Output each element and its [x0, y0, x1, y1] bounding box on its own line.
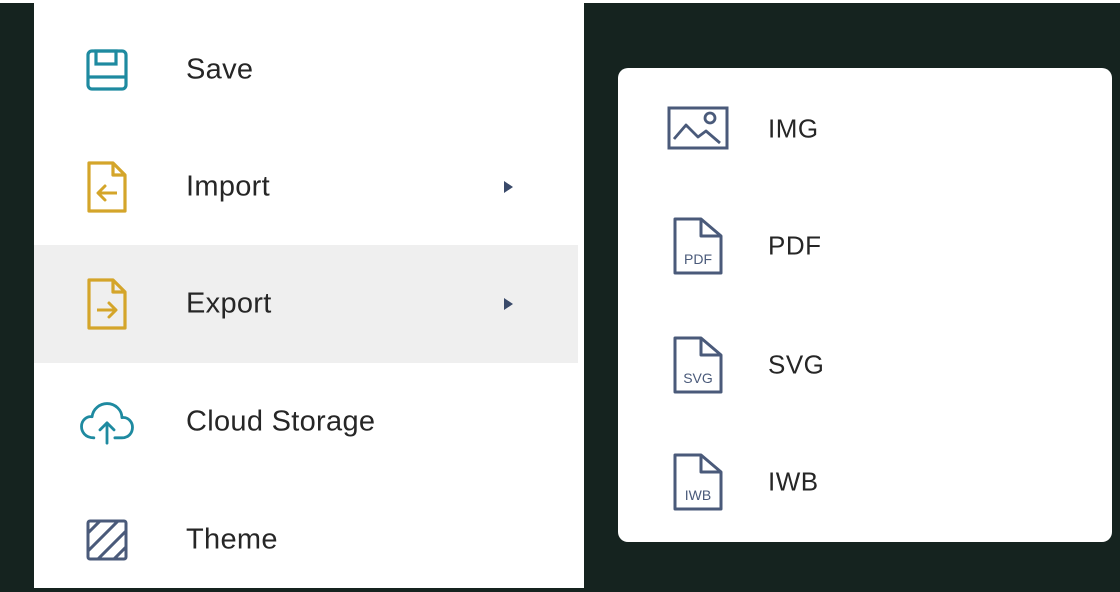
submenu-item-label: PDF	[768, 230, 822, 261]
menu-item-label: Import	[186, 170, 270, 203]
background-bottom-edge	[0, 588, 1120, 592]
submenu-item-label: SVG	[768, 349, 825, 380]
submenu-item-label: IWB	[768, 466, 819, 497]
submenu-item-pdf[interactable]: PDF PDF	[618, 187, 1112, 305]
menu-item-theme[interactable]: Theme	[34, 481, 578, 592]
svg-text:IWB: IWB	[685, 487, 711, 503]
theme-hatch-icon	[78, 511, 136, 569]
menu-item-label: Cloud Storage	[186, 405, 376, 438]
submenu-item-img[interactable]: IMG	[618, 70, 1112, 188]
menu-item-label: Save	[186, 53, 254, 86]
cloud-upload-icon	[78, 393, 136, 451]
menu-item-label: Export	[186, 287, 272, 320]
pdf-file-icon: PDF	[666, 215, 730, 277]
image-file-icon	[666, 98, 730, 160]
menu-item-export[interactable]: Export	[34, 245, 578, 363]
file-export-icon	[78, 275, 136, 333]
svg-file-icon: SVG	[666, 334, 730, 396]
chevron-right-icon	[504, 181, 513, 193]
file-menu: Save Import Export Cloud Storage Theme	[34, 0, 584, 588]
background-top-edge	[0, 0, 1120, 3]
file-menu-screen: Save Import Export Cloud Storage Theme I…	[0, 0, 1120, 592]
background-left-edge	[0, 0, 34, 592]
menu-item-cloud-storage[interactable]: Cloud Storage	[34, 363, 578, 481]
iwb-file-icon: IWB	[666, 451, 730, 513]
export-submenu: IMG PDF PDF SVG SVG IWB IWB	[618, 68, 1112, 542]
menu-item-label: Theme	[186, 523, 278, 556]
menu-item-import[interactable]: Import	[34, 128, 578, 246]
submenu-item-iwb[interactable]: IWB IWB	[618, 423, 1112, 541]
svg-text:SVG: SVG	[683, 370, 713, 386]
file-import-icon	[78, 158, 136, 216]
submenu-item-label: IMG	[768, 113, 819, 144]
svg-text:PDF: PDF	[684, 251, 712, 267]
menu-item-save[interactable]: Save	[34, 11, 578, 129]
floppy-disk-icon	[78, 41, 136, 99]
chevron-right-icon	[504, 298, 513, 310]
submenu-item-svg[interactable]: SVG SVG	[618, 306, 1112, 424]
